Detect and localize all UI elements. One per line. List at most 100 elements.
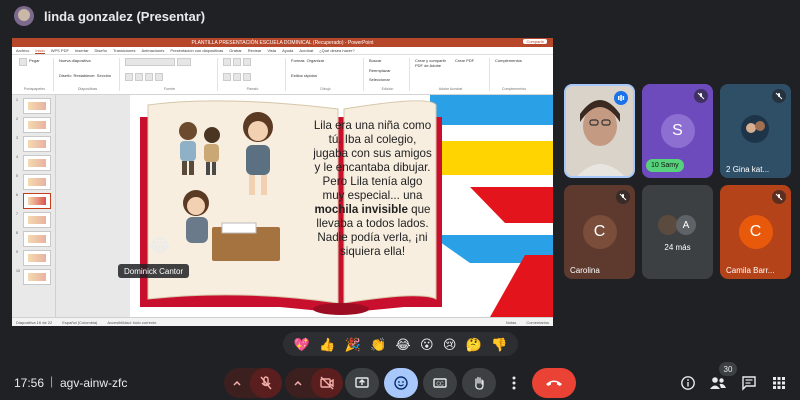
bullets-icon[interactable] [223,58,231,66]
slide-thumb-image[interactable] [23,174,51,190]
chat-button[interactable] [740,374,758,392]
ppt-tab-grabar[interactable]: Grabar [229,48,241,53]
ppt-tab-revisar[interactable]: Revisar [248,48,262,53]
italic-icon[interactable] [135,72,143,81]
camera-options-chevron-icon[interactable] [285,368,311,398]
reaction-sad[interactable]: 😢 [443,338,457,351]
mic-off-icon[interactable] [772,190,786,204]
comments-button[interactable]: Comentarios [526,320,549,325]
notes-button[interactable]: Notas [506,320,516,325]
font-name-box[interactable] [125,58,175,66]
participant-tile-speaking[interactable] [564,84,635,178]
indent-icon[interactable] [243,58,251,66]
emoji-reactions-button[interactable] [384,368,418,398]
select-button[interactable]: Seleccionar [369,77,406,82]
slide-thumb-image[interactable] [23,136,51,152]
ppt-tab-presentacion[interactable]: Presentación con diapositivas [170,48,223,53]
reaction-clap[interactable]: 👏 [370,338,386,351]
activities-button[interactable] [770,374,788,392]
align-left-icon[interactable] [223,72,231,81]
reaction-thinking[interactable]: 🤔 [466,338,482,351]
ppt-share-button[interactable]: Compartir [523,39,547,44]
leave-call-button[interactable] [532,368,576,398]
slide-thumb[interactable]: 9 [16,250,51,266]
ppt-tab-archivo[interactable]: Archivo [16,48,29,53]
slide-thumb[interactable]: 4 [16,155,51,171]
camera-toggle-button[interactable] [311,368,343,398]
slide-thumb[interactable]: 3 [16,136,51,152]
current-slide[interactable]: Lila era una niña como tú. Iba al colegi… [130,95,553,317]
reaction-thumbs-up[interactable]: 👍 [319,338,335,351]
align-right-icon[interactable] [243,72,251,81]
section-button[interactable]: Sección [97,73,111,78]
ppt-tab-diseno[interactable]: Diseño [94,48,106,53]
shared-screen[interactable]: PLANTILLA PRESENTACIÓN ESCUELA DOMINICAL… [12,38,553,326]
reaction-heart[interactable]: 💖 [294,338,310,351]
more-options-button[interactable] [503,368,525,398]
numbering-icon[interactable] [233,58,241,66]
slide-thumb[interactable]: 10 [16,269,51,285]
slide-text-box[interactable]: Lila era una niña como tú. Iba al colegi… [310,119,435,309]
reaction-laugh[interactable]: 😂 [396,338,411,351]
participant-tile-samy[interactable]: S 10 Samy [642,84,713,178]
layout-button[interactable]: Diseño [59,73,71,78]
slide-thumb-selected[interactable]: 6 [16,193,51,209]
mic-off-icon[interactable] [772,89,786,103]
present-button[interactable] [345,368,379,398]
ppt-tab-wps-pdf[interactable]: WPS PDF [51,48,69,53]
ppt-tab-inicio[interactable]: Inicio [35,48,45,54]
slide-thumb-image[interactable] [23,231,51,247]
ppt-tab-vista[interactable]: Vista [267,48,276,53]
new-slide-button[interactable]: Nueva diapositiva [59,58,91,63]
reaction-party[interactable]: 🎉 [345,338,361,351]
accessibility-status[interactable]: Accesibilidad: todo correcto [107,320,156,325]
participant-tile-camila[interactable]: C Camila Barr... [720,185,791,279]
ppt-tab-insertar[interactable]: Insertar [75,48,89,53]
participant-tile-more[interactable]: A 24 más [642,185,713,279]
slide-thumb-image[interactable] [23,212,51,228]
ppt-tell-me[interactable]: ¿Qué desea hacer? [319,48,354,53]
mic-off-icon[interactable] [694,89,708,103]
addins-button[interactable]: Complementos [495,58,533,63]
raise-hand-button[interactable] [462,368,496,398]
font-size-box[interactable] [177,58,191,66]
slide-thumb-image[interactable] [23,193,51,209]
meeting-details-button[interactable] [679,374,697,392]
ppt-tab-acrobat[interactable]: Acrobat [299,48,313,53]
slide-thumb[interactable]: 8 [16,231,51,247]
create-share-pdf-button[interactable]: Crear y compartir PDF de Adobe [415,58,453,68]
participant-tile-carolina[interactable]: C Carolina [564,185,635,279]
participant-tile-gina[interactable]: 2 Gina kat... [720,84,791,178]
paste-button[interactable]: Pegar [29,58,40,66]
find-button[interactable]: Buscar [369,58,406,63]
people-button[interactable] [709,374,727,392]
reaction-surprised[interactable]: 😮 [420,338,434,351]
underline-icon[interactable] [145,72,153,81]
mic-off-icon[interactable] [616,190,630,204]
captions-button[interactable]: CC [423,368,457,398]
slide-thumb-image[interactable] [23,155,51,171]
mic-options-chevron-icon[interactable] [224,368,250,398]
bold-icon[interactable] [125,72,133,81]
create-pdf-button[interactable]: Crear PDF [455,58,474,68]
font-color-icon[interactable] [155,72,163,81]
ppt-tab-animaciones[interactable]: Animaciones [141,48,164,53]
slide-thumb-image[interactable] [23,117,51,133]
replace-button[interactable]: Reemplazar [369,68,406,73]
slide-thumb[interactable]: 7 [16,212,51,228]
slide-thumb-image[interactable] [23,98,51,114]
slide-thumb-image[interactable] [23,269,51,285]
ppt-tab-ayuda[interactable]: Ayuda [282,48,293,53]
align-center-icon[interactable] [233,72,241,81]
reset-button[interactable]: Restablecer [73,73,94,78]
shapes-button[interactable]: Formas [291,58,305,63]
ppt-tab-transiciones[interactable]: Transiciones [113,48,136,53]
reaction-thumbs-down[interactable]: 👎 [491,338,507,351]
slide-thumb[interactable]: 2 [16,117,51,133]
slide-thumb[interactable]: 1 [16,98,51,114]
mic-toggle-button[interactable] [250,368,282,398]
paste-icon[interactable] [19,58,27,66]
slide-thumb-image[interactable] [23,250,51,266]
arrange-button[interactable]: Organizar [307,58,325,63]
slide-thumb[interactable]: 5 [16,174,51,190]
